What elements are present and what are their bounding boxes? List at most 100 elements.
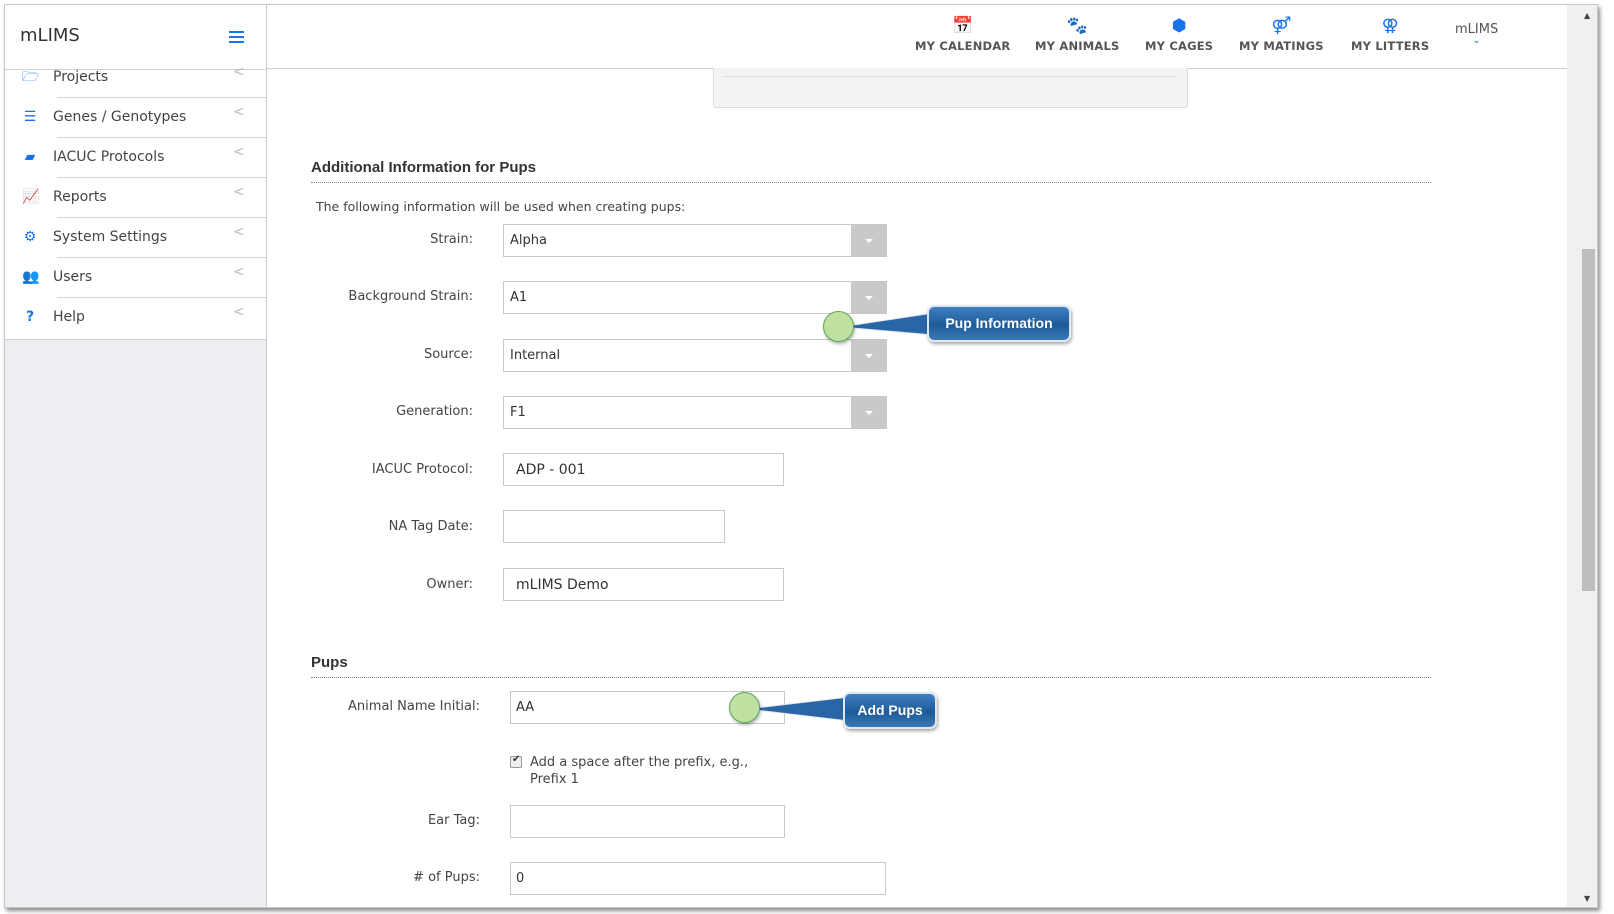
list-icon: ☰ [23,109,37,125]
nav-label: MY ANIMALS [1035,39,1120,53]
sidebar-item-label: System Settings [53,229,168,245]
nav-label: MY MATINGS [1239,39,1324,53]
sidebar-nav: 🗁 Projects < ☰ Genes / Genotypes < ▰ IAC… [5,64,266,338]
chevron-left-icon: < [233,224,245,240]
cube-icon: ⬢ [1171,16,1187,36]
nav-my-cages[interactable]: ⬢ MY CAGES [1145,15,1213,53]
add-space-checkbox[interactable] [510,754,522,768]
section-title-pups: Pups [311,654,348,671]
iacuc-protocol-input[interactable]: ADP - 001 [503,453,784,486]
nav-label: MY CAGES [1145,39,1214,53]
chevron-left-icon: < [233,64,245,80]
section-divider [311,182,1431,183]
section-divider [311,677,1431,678]
chevron-left-icon: < [233,184,245,200]
sidebar-item-help[interactable]: ? Help < [5,298,266,338]
owner-value: mLIMS Demo [516,577,609,593]
owner-label: Owner: [426,577,473,592]
owner-input[interactable]: mLIMS Demo [503,568,784,601]
chevron-left-icon: < [233,104,245,120]
na-tag-date-input[interactable] [503,510,725,543]
num-pups-value: 0 [516,871,525,886]
ear-tag-label: Ear Tag: [427,813,480,828]
nav-label: MY CALENDAR [915,39,1011,53]
num-pups-input[interactable]: 0 [510,862,886,895]
source-select[interactable]: Internal [503,339,887,372]
sidebar-item-genes-genotypes[interactable]: ☰ Genes / Genotypes < [5,98,266,138]
sidebar-item-system-settings[interactable]: ⚙ System Settings < [5,218,266,258]
nav-my-calendar[interactable]: 📅 MY CALENDAR [915,15,1010,53]
nav-label: MY LITTERS [1351,39,1430,53]
nav-my-matings[interactable]: ⚤ MY MATINGS [1239,15,1324,53]
ear-tag-input[interactable] [510,805,785,838]
folder-open-icon: 🗁 [22,69,40,85]
calendar-icon: 📅 [952,16,974,36]
sidebar-item-label: Users [53,269,93,285]
add-space-checkbox-label: Add a space after the prefix, e.g., Pref… [530,755,749,787]
book-icon: ▰ [24,149,36,165]
dropdown-arrow-icon[interactable] [851,282,886,313]
scroll-up-arrow-icon[interactable]: ▲ [1584,11,1590,20]
section-title-additional-info: Additional Information for Pups [311,159,536,176]
generation-label: Generation: [396,404,473,419]
background-strain-label: Background Strain: [348,289,473,304]
source-label: Source: [423,347,473,362]
sidebar-item-label: Projects [53,69,109,85]
background-strain-select[interactable]: A1 [503,281,887,314]
intro-text: The following information will be used w… [316,199,686,214]
animal-name-initial-label: Animal Name Initial: [348,699,480,714]
info-panel [713,68,1188,108]
strain-select[interactable]: Alpha [503,224,887,257]
vertical-scrollbar[interactable]: ▲ ▼ [1567,5,1597,907]
brand-logo[interactable]: mLIMS [20,25,80,46]
mars-venus-icon: ⚤ [1271,16,1292,36]
sidebar-item-label: Reports [53,189,107,205]
nav-my-litters[interactable]: ⚢ MY LITTERS [1351,15,1429,53]
chevron-left-icon: < [233,304,245,320]
gear-icon: ⚙ [23,229,37,245]
sidebar-item-iacuc-protocols[interactable]: ▰ IACUC Protocols < [5,138,266,178]
sidebar-item-label: Help [53,309,85,325]
iacuc-protocol-value: ADP - 001 [516,462,586,478]
line-chart-icon: 📈 [22,189,40,205]
nav-my-animals[interactable]: 🐾 MY ANIMALS [1035,15,1120,53]
sidebar-item-reports[interactable]: 📈 Reports < [5,178,266,218]
dropdown-arrow-icon[interactable] [851,340,886,371]
chevron-left-icon: < [233,144,245,160]
strain-label: Strain: [430,232,473,247]
app-window: mLIMS 🗁 Projects < ☰ Genes / Genotypes < [4,4,1598,908]
animal-name-initial-value: AA [516,700,535,715]
sidebar-panel: mLIMS 🗁 Projects < ☰ Genes / Genotypes < [5,5,267,340]
dropdown-arrow-icon[interactable] [851,397,886,428]
venus-double-icon: ⚢ [1381,16,1399,36]
sidebar-item-label: IACUC Protocols [53,149,165,165]
sidebar-item-label: Genes / Genotypes [53,109,187,125]
dropdown-arrow-icon[interactable] [851,225,886,256]
question-icon: ? [25,309,35,325]
scrollbar-thumb[interactable] [1582,249,1595,591]
sidebar: mLIMS 🗁 Projects < ☰ Genes / Genotypes < [5,5,267,907]
top-header: 📅 MY CALENDAR 🐾 MY ANIMALS ⬢ MY CAGES ⚤ … [267,5,1567,69]
chevron-left-icon: < [233,264,245,280]
source-value: Internal [510,348,561,363]
strain-value: Alpha [510,233,547,248]
marker-dot [729,692,760,723]
marker-dot [823,311,854,342]
sidebar-item-users[interactable]: 👥 Users < [5,258,266,298]
generation-value: F1 [510,405,526,420]
paw-icon: 🐾 [1066,16,1088,36]
menu-toggle-icon[interactable] [229,31,244,43]
generation-select[interactable]: F1 [503,396,887,429]
user-menu[interactable]: mLIMS ⌄ [1455,22,1498,46]
background-strain-value: A1 [510,290,528,305]
num-pups-label: # of Pups: [413,870,480,885]
na-tag-date-label: NA Tag Date: [388,519,473,534]
callout-pointer [746,312,934,722]
callout-add-pups: Add Pups [843,692,937,729]
sidebar-item-projects[interactable]: 🗁 Projects < [5,64,266,98]
iacuc-protocol-label: IACUC Protocol: [371,462,473,477]
users-icon: 👥 [22,269,40,285]
callout-pup-information: Pup Information [927,305,1071,342]
scroll-down-arrow-icon[interactable]: ▼ [1584,894,1590,903]
main-content: Additional Information for Pups The foll… [267,68,1567,907]
